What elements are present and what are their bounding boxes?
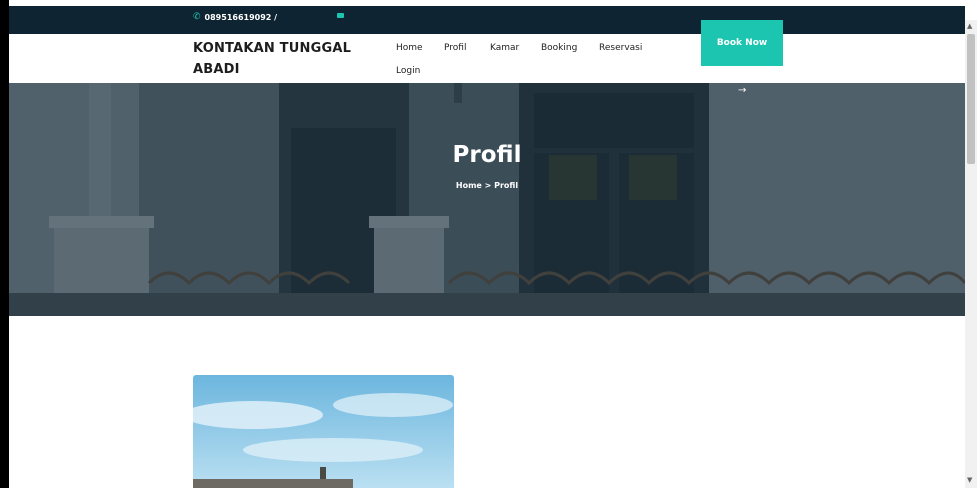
scroll-up-arrow-icon[interactable]: ▲ [967,22,972,30]
profile-image [193,375,454,488]
sky-building-photo [193,375,454,488]
phone-number: 089516619092 / [204,12,278,22]
book-now-button[interactable]: Book Now [701,20,783,66]
nav-reservasi[interactable]: Reservasi [599,43,642,53]
hero-banner: Profil Home > Profil [9,83,965,316]
hero-title: Profil [452,142,522,168]
phone-icon: ✆ [193,12,201,22]
brand-line-2: ABADI [193,62,240,77]
scroll-down-arrow-icon[interactable]: ▼ [967,476,972,484]
scrollbar-thumb[interactable] [967,34,975,164]
arrow-right-icon[interactable]: → [738,85,746,96]
hero-background-photo [9,83,965,316]
nav-booking[interactable]: Booking [541,43,577,53]
nav-login[interactable]: Login [396,66,420,76]
breadcrumb[interactable]: Home > Profil [9,181,965,190]
left-edge [0,0,9,488]
nav-kamar[interactable]: Kamar [490,43,519,53]
page-frame: ✆ 089516619092 / KONTAKAN TUNGGAL ABADI … [0,0,977,488]
brand-line-1: KONTAKAN TUNGGAL [193,41,352,56]
top-info-bar [9,6,965,34]
nav-home[interactable]: Home [396,43,423,53]
site-brand[interactable]: KONTAKAN TUNGGAL ABADI [193,38,363,80]
nav-profil[interactable]: Profil [444,43,466,53]
navbar [9,34,965,83]
envelope-icon[interactable] [337,13,344,18]
phone-contact[interactable]: ✆ 089516619092 / [193,12,277,22]
